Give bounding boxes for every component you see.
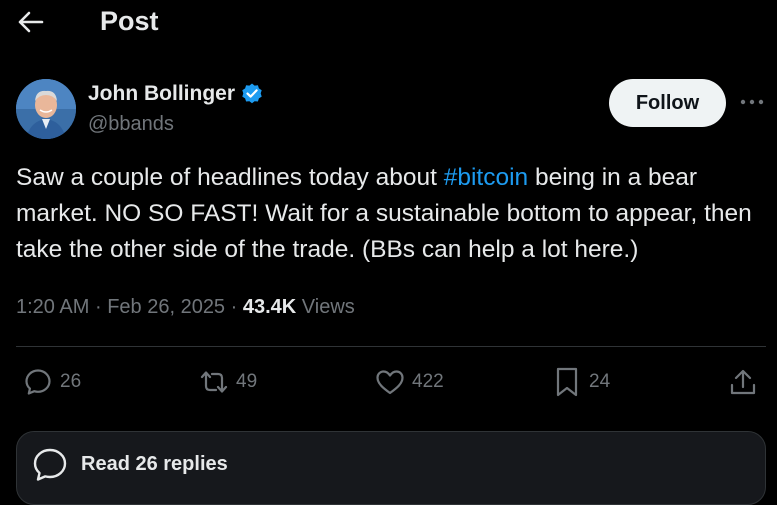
like-count: 422 bbox=[412, 371, 444, 392]
reply-icon bbox=[22, 366, 54, 398]
tweet-date[interactable]: Feb 26, 2025 bbox=[107, 296, 225, 318]
meta-separator: · bbox=[94, 296, 102, 318]
divider bbox=[16, 346, 766, 347]
tweet-text: Saw a couple of headlines today about #b… bbox=[16, 160, 766, 268]
reply-count: 26 bbox=[60, 371, 82, 392]
author-name[interactable]: John Bollinger bbox=[88, 80, 235, 108]
avatar[interactable] bbox=[16, 79, 76, 139]
page-title: Post bbox=[100, 6, 159, 36]
reply-button[interactable]: 26 bbox=[22, 365, 81, 399]
reply-bubble-icon bbox=[31, 446, 69, 484]
like-button[interactable]: 422 bbox=[374, 365, 444, 399]
bookmark-icon bbox=[551, 366, 583, 398]
views-label: Views bbox=[301, 296, 355, 318]
tweet-meta: 1:20 AM · Feb 26, 2025 · 43.4K Views bbox=[16, 293, 355, 321]
repost-icon bbox=[198, 366, 230, 398]
follow-button[interactable]: Follow bbox=[609, 79, 726, 127]
author-handle[interactable]: @bbands bbox=[88, 111, 174, 137]
back-arrow-icon[interactable] bbox=[16, 8, 46, 36]
share-icon bbox=[727, 366, 759, 398]
more-options-icon[interactable] bbox=[738, 92, 766, 112]
repost-button[interactable]: 49 bbox=[198, 365, 257, 399]
bookmark-button[interactable]: 24 bbox=[551, 365, 610, 399]
repost-count: 49 bbox=[236, 371, 258, 392]
read-replies-label: Read 26 replies bbox=[81, 453, 228, 475]
hashtag-link[interactable]: #bitcoin bbox=[444, 164, 528, 191]
like-icon bbox=[374, 366, 406, 398]
views-count: 43.4K bbox=[242, 296, 297, 318]
tweet-text-before: Saw a couple of headlines today about bbox=[16, 164, 444, 191]
share-button[interactable] bbox=[727, 365, 759, 399]
bookmark-count: 24 bbox=[589, 371, 611, 392]
tweet-time[interactable]: 1:20 AM bbox=[16, 296, 89, 318]
verified-badge-icon bbox=[240, 82, 264, 106]
meta-separator: · bbox=[230, 296, 238, 318]
